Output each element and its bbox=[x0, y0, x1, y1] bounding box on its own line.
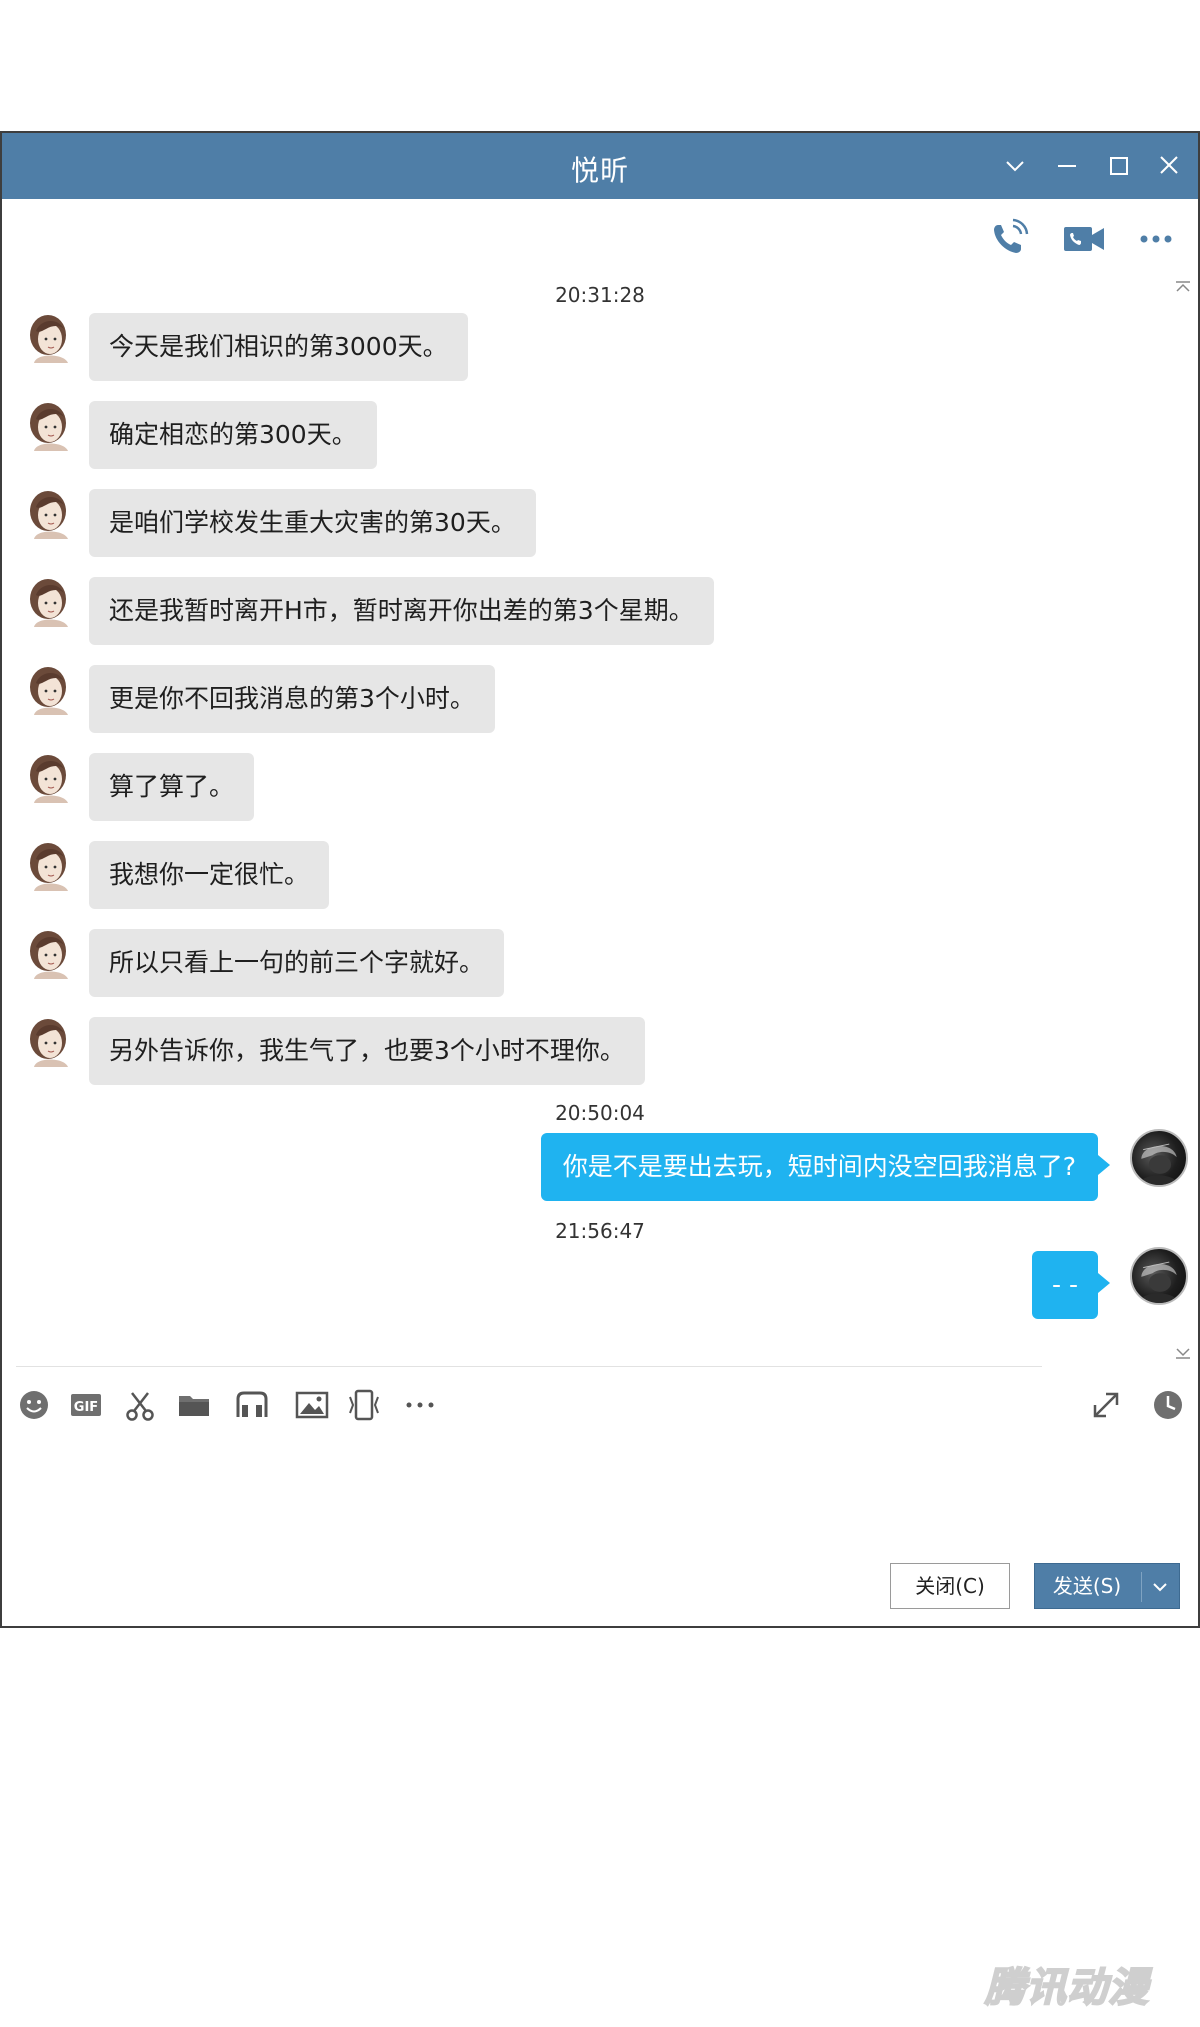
message-bubble[interactable]: 还是我暂时离开H市，暂时离开你出差的第3个星期。 bbox=[89, 577, 714, 645]
contact-avatar[interactable] bbox=[26, 311, 74, 363]
contact-avatar[interactable] bbox=[26, 1015, 74, 1067]
contact-avatar[interactable] bbox=[26, 399, 74, 451]
message-incoming: 算了算了。 bbox=[26, 751, 826, 821]
message-incoming: 今天是我们相识的第3000天。 bbox=[26, 311, 826, 381]
scroll-down-icon[interactable] bbox=[1174, 1347, 1192, 1361]
music-icon[interactable] bbox=[234, 1387, 270, 1423]
chevron-down-icon[interactable] bbox=[998, 151, 1032, 181]
timestamp: 20:50:04 bbox=[555, 1101, 645, 1125]
expand-icon[interactable] bbox=[1088, 1387, 1124, 1423]
message-bubble[interactable]: 更是你不回我消息的第3个小时。 bbox=[89, 665, 495, 733]
contact-avatar[interactable] bbox=[26, 839, 74, 891]
scroll-up-icon[interactable] bbox=[1174, 279, 1192, 293]
minimize-icon[interactable] bbox=[1050, 151, 1084, 181]
message-bubble[interactable]: 是咱们学校发生重大灾害的第30天。 bbox=[89, 489, 536, 557]
close-button[interactable]: 关闭(C) bbox=[890, 1563, 1010, 1609]
message-incoming: 更是你不回我消息的第3个小时。 bbox=[26, 663, 826, 733]
close-icon[interactable] bbox=[1152, 151, 1186, 181]
message-incoming: 我想你一定很忙。 bbox=[26, 839, 826, 909]
send-button-label: 发送(S) bbox=[1052, 1574, 1122, 1598]
top-toolbar bbox=[2, 217, 1198, 261]
image-icon[interactable] bbox=[294, 1387, 330, 1423]
message-incoming: 还是我暂时离开H市，暂时离开你出差的第3个星期。 bbox=[26, 575, 826, 645]
more-icon[interactable] bbox=[402, 1387, 438, 1423]
input-divider bbox=[16, 1366, 1042, 1367]
screenshot-scissors-icon[interactable] bbox=[122, 1387, 158, 1423]
user-avatar[interactable] bbox=[1130, 1129, 1188, 1187]
message-bubble[interactable]: 今天是我们相识的第3000天。 bbox=[89, 313, 468, 381]
contact-avatar[interactable] bbox=[26, 927, 74, 979]
contact-avatar[interactable] bbox=[26, 663, 74, 715]
contact-avatar[interactable] bbox=[26, 487, 74, 539]
gif-label: GIF bbox=[74, 1400, 98, 1415]
video-call-icon[interactable] bbox=[1060, 217, 1108, 261]
message-incoming: 另外告诉你，我生气了，也要3个小时不理你。 bbox=[26, 1015, 826, 1085]
chevron-down-icon[interactable] bbox=[1147, 1574, 1173, 1600]
message-bubble[interactable]: 我想你一定很忙。 bbox=[89, 841, 330, 909]
message-bubble-outgoing[interactable]: 你是不是要出去玩，短时间内没空回我消息了? bbox=[540, 1133, 1111, 1201]
title-bar[interactable]: 悦昕 bbox=[2, 133, 1198, 199]
message-bubble-outgoing[interactable]: - - bbox=[1032, 1251, 1110, 1319]
phone-call-icon[interactable] bbox=[986, 217, 1034, 261]
contact-avatar[interactable] bbox=[26, 751, 74, 803]
history-clock-icon[interactable] bbox=[1150, 1387, 1186, 1423]
timestamp: 20:31:28 bbox=[555, 283, 645, 307]
timestamp: 21:56:47 bbox=[555, 1219, 645, 1243]
contact-avatar[interactable] bbox=[26, 575, 74, 627]
watermark-logo: 腾讯动漫 bbox=[984, 1964, 1149, 2012]
message-bubble[interactable]: 另外告诉你，我生气了，也要3个小时不理你。 bbox=[89, 1017, 645, 1085]
chat-window: 悦昕 20:31:28 今天是我们相识的第3000天。 确定相恋的第300天。 … bbox=[0, 131, 1200, 1628]
screen-share-icon[interactable] bbox=[346, 1387, 382, 1423]
message-bubble[interactable]: 确定相恋的第300天。 bbox=[89, 401, 377, 469]
message-incoming: 所以只看上一句的前三个字就好。 bbox=[26, 927, 826, 997]
gif-icon[interactable]: GIF bbox=[68, 1387, 104, 1423]
user-avatar[interactable] bbox=[1130, 1247, 1188, 1305]
message-bubble[interactable]: 所以只看上一句的前三个字就好。 bbox=[89, 929, 505, 997]
message-bubble[interactable]: 算了算了。 bbox=[89, 753, 255, 821]
send-button[interactable]: 发送(S) bbox=[1034, 1563, 1180, 1609]
message-incoming: 确定相恋的第300天。 bbox=[26, 399, 826, 469]
folder-icon[interactable] bbox=[176, 1387, 212, 1423]
message-incoming: 是咱们学校发生重大灾害的第30天。 bbox=[26, 487, 826, 557]
emoji-icon[interactable] bbox=[16, 1387, 52, 1423]
more-icon[interactable] bbox=[1132, 217, 1180, 261]
maximize-icon[interactable] bbox=[1102, 151, 1136, 181]
send-button-separator bbox=[1141, 1572, 1142, 1602]
